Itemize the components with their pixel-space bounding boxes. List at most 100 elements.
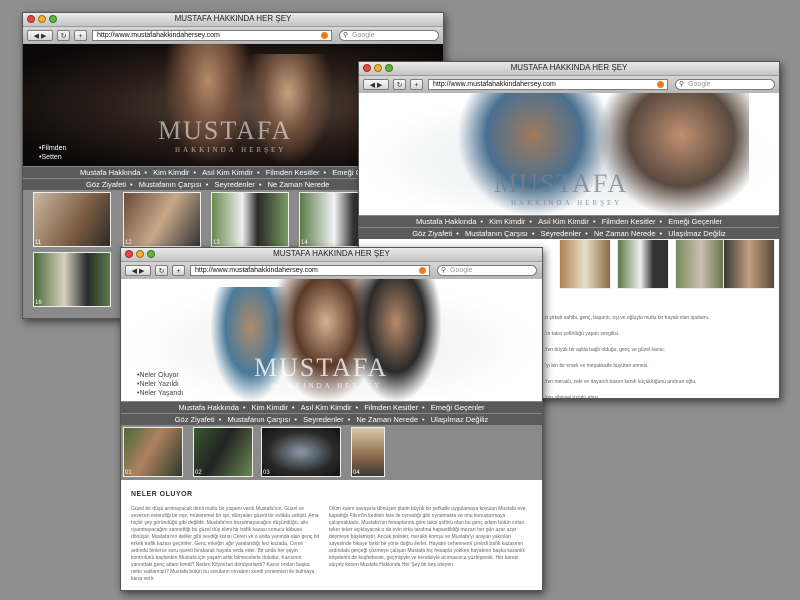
back-forward-button[interactable]: ◀ ▶	[363, 79, 389, 90]
back-forward-button[interactable]: ◀ ▶	[125, 265, 151, 276]
nav-item[interactable]: Mustafanın Çarşısı	[224, 415, 293, 424]
nav-row-2: Göz Ziyafeti • Mustafanın Çarşısı • Seyred…	[359, 227, 779, 239]
add-bookmark-button[interactable]: +	[172, 265, 185, 276]
nav-item[interactable]: Filmden Kesitler	[263, 168, 323, 177]
gallery-thumbnail[interactable]: 16	[33, 252, 111, 307]
search-icon: ⚲	[343, 32, 349, 39]
gallery-thumbnail[interactable]: 11	[33, 192, 111, 247]
nav-item[interactable]: Kim Kimdir	[150, 168, 192, 177]
nav-item[interactable]: Göz Ziyafeti	[83, 180, 129, 189]
address-bar[interactable]: http://www.mustafahakkindahersey.com	[92, 30, 332, 41]
rss-icon[interactable]	[419, 267, 426, 274]
side-link[interactable]: Neler Yaşandı	[137, 389, 183, 398]
search-field[interactable]: ⚲ Google	[675, 79, 775, 90]
thumbnail-number: 12	[125, 240, 132, 246]
nav-separator: •	[456, 229, 459, 238]
nav-separator: •	[422, 415, 425, 424]
title-bar: MUSTAFA HAKKINDA HER ŞEY	[121, 248, 542, 262]
gallery-thumbnail[interactable]: 02	[193, 427, 253, 477]
side-link[interactable]: Filmden	[39, 144, 66, 153]
thumbnail-number: 01	[125, 470, 132, 476]
nav-item[interactable]: Filmden Kesitler	[599, 217, 659, 226]
hero-banner: MUSTAFA HAKKINDA HERŞEY	[359, 93, 779, 215]
add-bookmark-button[interactable]: +	[410, 79, 423, 90]
thumbnail-number: 16	[35, 300, 42, 306]
site-logo-subtitle: HAKKINDA HERŞEY	[175, 146, 287, 154]
character-description: ...'nın zihinsel özürlü abisi.	[541, 395, 600, 399]
reload-button[interactable]: ↻	[393, 79, 406, 90]
nav-item[interactable]: Mustafanın Çarşısı	[462, 229, 531, 238]
nav-item[interactable]: Mustafanın Çarşısı	[136, 180, 205, 189]
nav-item[interactable]: Asıl Kim Kimdir	[199, 168, 256, 177]
thumbnail-number: 13	[213, 240, 220, 246]
nav-item[interactable]: Seyredenler	[211, 180, 257, 189]
side-link[interactable]: Neler Oluyor	[137, 371, 183, 380]
add-bookmark-button[interactable]: +	[74, 30, 87, 41]
nav-item[interactable]: Filmden Kesitler	[361, 403, 421, 412]
gallery-thumbnail[interactable]	[723, 239, 775, 289]
nav-item[interactable]: Göz Ziyafeti	[172, 415, 218, 424]
nav-separator: •	[480, 217, 484, 226]
browser-window-front: MUSTAFA HAKKINDA HER ŞEY ◀ ▶ ↻ + http://…	[120, 247, 543, 591]
nav-separator: •	[144, 168, 148, 177]
thumbnail-strip: 01 02 03 04	[121, 425, 542, 480]
nav-separator: •	[531, 229, 535, 238]
character-description: ...'nın büyük bir aşkla bağlı olduğu, ge…	[541, 347, 666, 353]
nav-item[interactable]: Emeği Geçenler	[665, 217, 725, 226]
gallery-thumbnail[interactable]: 04	[351, 427, 385, 477]
side-link[interactable]: Setten	[39, 153, 66, 162]
back-forward-button[interactable]: ◀ ▶	[27, 30, 53, 41]
thumbnail-number: 14	[301, 240, 308, 246]
gallery-thumbnail[interactable]	[617, 239, 669, 289]
nav-item[interactable]: Kim Kimdir	[486, 217, 528, 226]
nav-item[interactable]: Kim Kimdir	[249, 403, 291, 412]
side-link[interactable]: Neler Yazıldı	[137, 380, 183, 389]
rss-icon[interactable]	[321, 32, 328, 39]
nav-row-2: Göz Ziyafeti • Mustafanın Çarşısı • Seyred…	[121, 413, 542, 425]
nav-item[interactable]: Mustafa Hakkında	[77, 168, 143, 177]
nav-item[interactable]: Ne Zaman Nerede	[591, 229, 659, 238]
nav-item[interactable]: Mustafa Hakkında	[175, 403, 241, 412]
gallery-thumbnail[interactable]: 13	[211, 192, 289, 247]
nav-separator: •	[659, 229, 663, 238]
nav-item[interactable]: Ulaşılmaz Değiliz	[665, 229, 729, 238]
address-bar[interactable]: http://www.mustafahakkindahersey.com	[428, 79, 668, 90]
nav-item[interactable]: Ulaşılmaz Değiliz	[428, 415, 492, 424]
gallery-thumbnail[interactable]	[675, 239, 727, 289]
nav-item[interactable]: Seyredenler	[538, 229, 584, 238]
search-field[interactable]: ⚲ Google	[437, 265, 537, 276]
nav-item[interactable]: Emeği Geçenler	[428, 403, 488, 412]
thumbnail-number: 03	[263, 470, 270, 476]
browser-toolbar: ◀ ▶ ↻ + http://www.mustafahakkindahersey…	[359, 76, 779, 94]
nav-item[interactable]: Ne Zaman Nerede	[353, 415, 421, 424]
address-bar[interactable]: http://www.mustafahakkindahersey.com	[190, 265, 430, 276]
site-logo: MUSTAFA	[158, 116, 293, 145]
gallery-thumbnail[interactable]: 12	[123, 192, 201, 247]
nav-item[interactable]: Ne Zaman Nerede	[265, 180, 333, 189]
story-column-1: Güzel bir düşü arıtmayacak denli mutlu b…	[131, 506, 320, 582]
reload-button[interactable]: ↻	[155, 265, 168, 276]
nav-separator: •	[593, 217, 596, 226]
reload-button[interactable]: ↻	[57, 30, 70, 41]
gallery-thumbnail[interactable]: 01	[123, 427, 183, 477]
rss-icon[interactable]	[657, 81, 664, 88]
character-description: ...'nın meraklı, zeki ve dayanılı bazen …	[541, 379, 697, 385]
nav-item[interactable]: Göz Ziyafeti	[409, 229, 455, 238]
url-text: http://www.mustafahakkindahersey.com	[97, 32, 220, 39]
window-title: MUSTAFA HAKKINDA HER ŞEY	[510, 63, 628, 72]
url-text: http://www.mustafahakkindahersey.com	[433, 81, 556, 88]
site-logo-subtitle: HAKKINDA HERŞEY	[271, 382, 383, 390]
gallery-thumbnail[interactable]: 03	[261, 427, 341, 477]
nav-item[interactable]: Mustafa Hakkında	[413, 217, 479, 226]
nav-item[interactable]: Asıl Kim Kimdir	[298, 403, 355, 412]
thumbnail-number: 04	[353, 470, 360, 476]
nav-item[interactable]: Asıl Kim Kimdir	[535, 217, 592, 226]
search-placeholder: Google	[688, 81, 711, 88]
site-logo-subtitle: HAKKINDA HERŞEY	[511, 199, 623, 207]
nav-item[interactable]: Seyredenler	[300, 415, 346, 424]
title-bar: MUSTAFA HAKKINDA HER ŞEY	[359, 62, 779, 76]
site-logo: MUSTAFA	[494, 169, 629, 198]
story-column-2: Ölüm kalım savaşına dönüşen platin büyük…	[329, 506, 526, 568]
search-field[interactable]: ⚲ Google	[339, 30, 439, 41]
gallery-thumbnail[interactable]	[559, 239, 611, 289]
